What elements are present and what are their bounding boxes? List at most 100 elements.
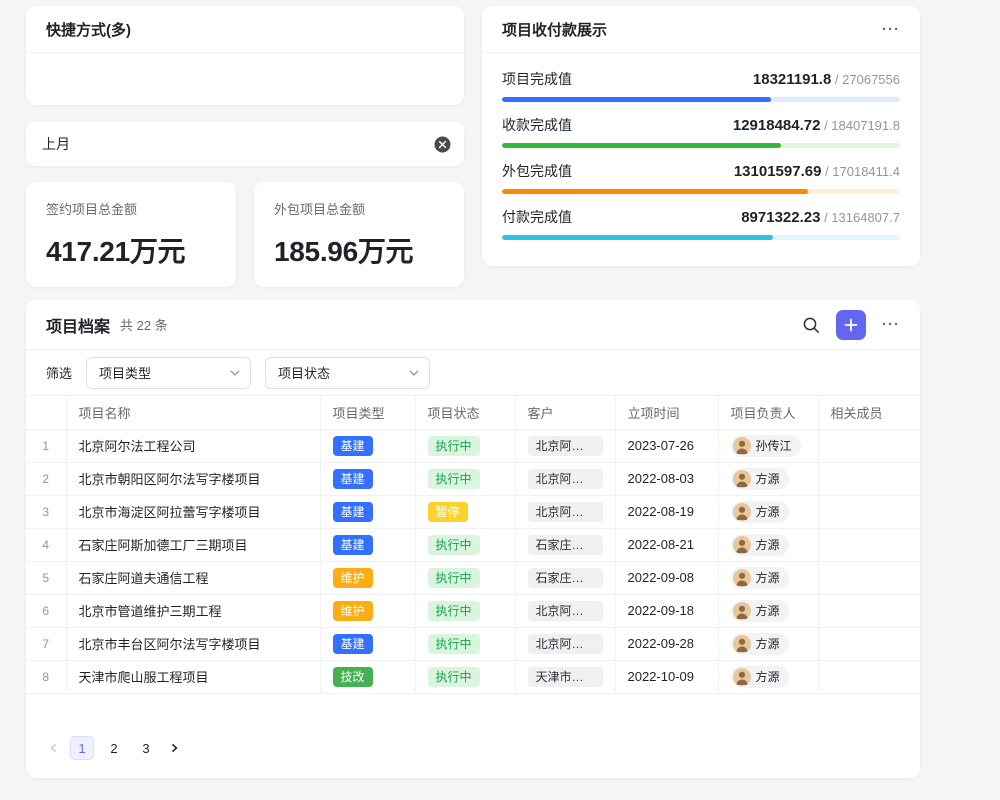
progress-values: 18321191.8 / 27067556 (753, 71, 900, 88)
table-row[interactable]: 6 北京市管道维护三期工程 维护 执行中 北京阿尔法… 2022-09-18 方… (26, 594, 920, 627)
progress-row: 项目完成值 18321191.8 / 27067556 (502, 69, 900, 102)
customer-tag: 北京阿尔法… (528, 634, 603, 654)
project-archive-header: 项目档案 共 22 条 ··· (26, 300, 920, 350)
stat-value: 185.96万元 (274, 230, 444, 270)
cell-members (818, 528, 920, 561)
row-number: 5 (26, 561, 66, 594)
cell-project-name[interactable]: 北京市管道维护三期工程 (66, 594, 320, 627)
table-row[interactable]: 3 北京市海淀区阿拉蕾写字楼项目 基建 暂停 北京阿尔法… 2022-08-19… (26, 495, 920, 528)
owner-name: 方源 (756, 602, 780, 619)
owner-person-tag: 方源 (731, 600, 789, 622)
col-project-status[interactable]: 项目状态 (415, 396, 515, 429)
project-type-tag: 基建 (333, 634, 373, 654)
add-record-button[interactable] (836, 310, 866, 340)
progress-track (502, 97, 900, 102)
table-row[interactable]: 8 天津市爬山服工程项目 技改 执行中 天津市奈文… 2022-10-09 方源 (26, 660, 920, 693)
cell-project-name[interactable]: 石家庄阿斯加德工厂三期项目 (66, 528, 320, 561)
progress-fill (502, 189, 808, 194)
page-button-3[interactable]: 3 (134, 736, 158, 760)
stat-label: 外包项目总金额 (274, 199, 444, 218)
owner-name: 方源 (756, 569, 780, 586)
cell-project-name[interactable]: 石家庄阿道夫通信工程 (66, 561, 320, 594)
search-icon[interactable] (802, 316, 820, 334)
owner-name: 方源 (756, 536, 780, 553)
progress-label: 付款完成值 (502, 207, 572, 227)
project-type-tag: 维护 (333, 568, 373, 588)
avatar (733, 569, 751, 587)
project-archive-title: 项目档案 (46, 313, 110, 337)
project-status-tag: 执行中 (428, 535, 480, 555)
table-row[interactable]: 1 北京阿尔法工程公司 基建 执行中 北京阿尔法… 2023-07-26 孙传江 (26, 429, 920, 462)
customer-tag: 天津市奈文… (528, 667, 603, 687)
shortcut-card-header: 快捷方式(多) (26, 6, 464, 53)
progress-label: 收款完成值 (502, 115, 572, 135)
avatar (733, 635, 751, 653)
prev-page-icon[interactable] (46, 740, 62, 756)
cell-project-name[interactable]: 北京阿尔法工程公司 (66, 429, 320, 462)
table-row[interactable]: 2 北京市朝阳区阿尔法写字楼项目 基建 执行中 北京阿尔法… 2022-08-0… (26, 462, 920, 495)
cell-project-name[interactable]: 北京市海淀区阿拉蕾写字楼项目 (66, 495, 320, 528)
cell-members (818, 495, 920, 528)
page-button-2[interactable]: 2 (102, 736, 126, 760)
col-start-date[interactable]: 立项时间 (615, 396, 718, 429)
owner-person-tag: 方源 (731, 633, 789, 655)
avatar (733, 602, 751, 620)
stat-card-signed-total: 签约项目总金额 417.21万元 (26, 182, 236, 287)
cell-project-name[interactable]: 北京市丰台区阿尔法写字楼项目 (66, 627, 320, 660)
avatar (733, 470, 751, 488)
progress-row: 外包完成值 13101597.69 / 17018411.4 (502, 161, 900, 194)
progress-values: 8971322.23 / 13164807.7 (741, 209, 900, 226)
owner-person-tag: 方源 (731, 468, 789, 490)
cell-project-name[interactable]: 天津市爬山服工程项目 (66, 660, 320, 693)
project-status-tag: 执行中 (428, 634, 480, 654)
more-icon[interactable]: ··· (882, 22, 900, 37)
row-number: 2 (26, 462, 66, 495)
more-icon[interactable]: ··· (882, 317, 900, 332)
stat-card-outsourced-total: 外包项目总金额 185.96万元 (254, 182, 464, 287)
select-project-status[interactable]: 项目状态 (265, 357, 430, 389)
payments-card-body: 项目完成值 18321191.8 / 27067556 收款完成值 129184… (482, 53, 920, 240)
shortcut-card: 快捷方式(多) (26, 6, 464, 105)
row-number: 8 (26, 660, 66, 693)
dashboard-page: 快捷方式(多) 上月 签约项目总金额 417.21万元 外包项目总金额 185.… (0, 0, 1000, 800)
owner-name: 孙传江 (756, 437, 792, 454)
header-actions: ··· (802, 310, 900, 340)
progress-track (502, 143, 900, 148)
select-value: 项目状态 (278, 363, 330, 382)
page-button-1[interactable]: 1 (70, 736, 94, 760)
col-customer[interactable]: 客户 (515, 396, 615, 429)
next-page-icon[interactable] (166, 740, 182, 756)
table-row[interactable]: 4 石家庄阿斯加德工厂三期项目 基建 执行中 石家庄市A县… 2022-08-2… (26, 528, 920, 561)
owner-name: 方源 (756, 503, 780, 520)
col-members[interactable]: 相关成员 (818, 396, 920, 429)
avatar (733, 668, 751, 686)
col-project-type[interactable]: 项目类型 (320, 396, 415, 429)
cell-project-name[interactable]: 北京市朝阳区阿尔法写字楼项目 (66, 462, 320, 495)
table-empty-area (26, 694, 920, 737)
clear-filter-icon[interactable] (434, 136, 451, 153)
select-value: 项目类型 (99, 363, 151, 382)
customer-tag: 北京阿尔法… (528, 436, 603, 456)
progress-fill (502, 97, 771, 102)
owner-name: 方源 (756, 470, 780, 487)
owner-person-tag: 方源 (731, 534, 789, 556)
payments-card-title: 项目收付款展示 (502, 19, 607, 40)
progress-fill (502, 143, 781, 148)
col-owner[interactable]: 项目负责人 (718, 396, 818, 429)
col-project-name[interactable]: 项目名称 (66, 396, 320, 429)
customer-tag: 石家庄市A县 (528, 568, 603, 588)
project-status-tag: 执行中 (428, 568, 480, 588)
cell-start-date: 2022-09-08 (615, 561, 718, 594)
progress-row: 付款完成值 8971322.23 / 13164807.7 (502, 207, 900, 240)
table-row[interactable]: 5 石家庄阿道夫通信工程 维护 执行中 石家庄市A县 2022-09-08 方源 (26, 561, 920, 594)
quick-date-filter-value: 上月 (42, 134, 70, 154)
progress-label: 外包完成值 (502, 161, 572, 181)
table-header-row: 项目名称 项目类型 项目状态 客户 立项时间 项目负责人 相关成员 (26, 396, 920, 429)
cell-members (818, 660, 920, 693)
avatar (733, 503, 751, 521)
table-row[interactable]: 7 北京市丰台区阿尔法写字楼项目 基建 执行中 北京阿尔法… 2022-09-2… (26, 627, 920, 660)
select-project-type[interactable]: 项目类型 (86, 357, 251, 389)
stat-label: 签约项目总金额 (46, 199, 216, 218)
quick-date-filter[interactable]: 上月 (26, 122, 464, 166)
filter-row: 筛选 项目类型 项目状态 (26, 350, 920, 396)
